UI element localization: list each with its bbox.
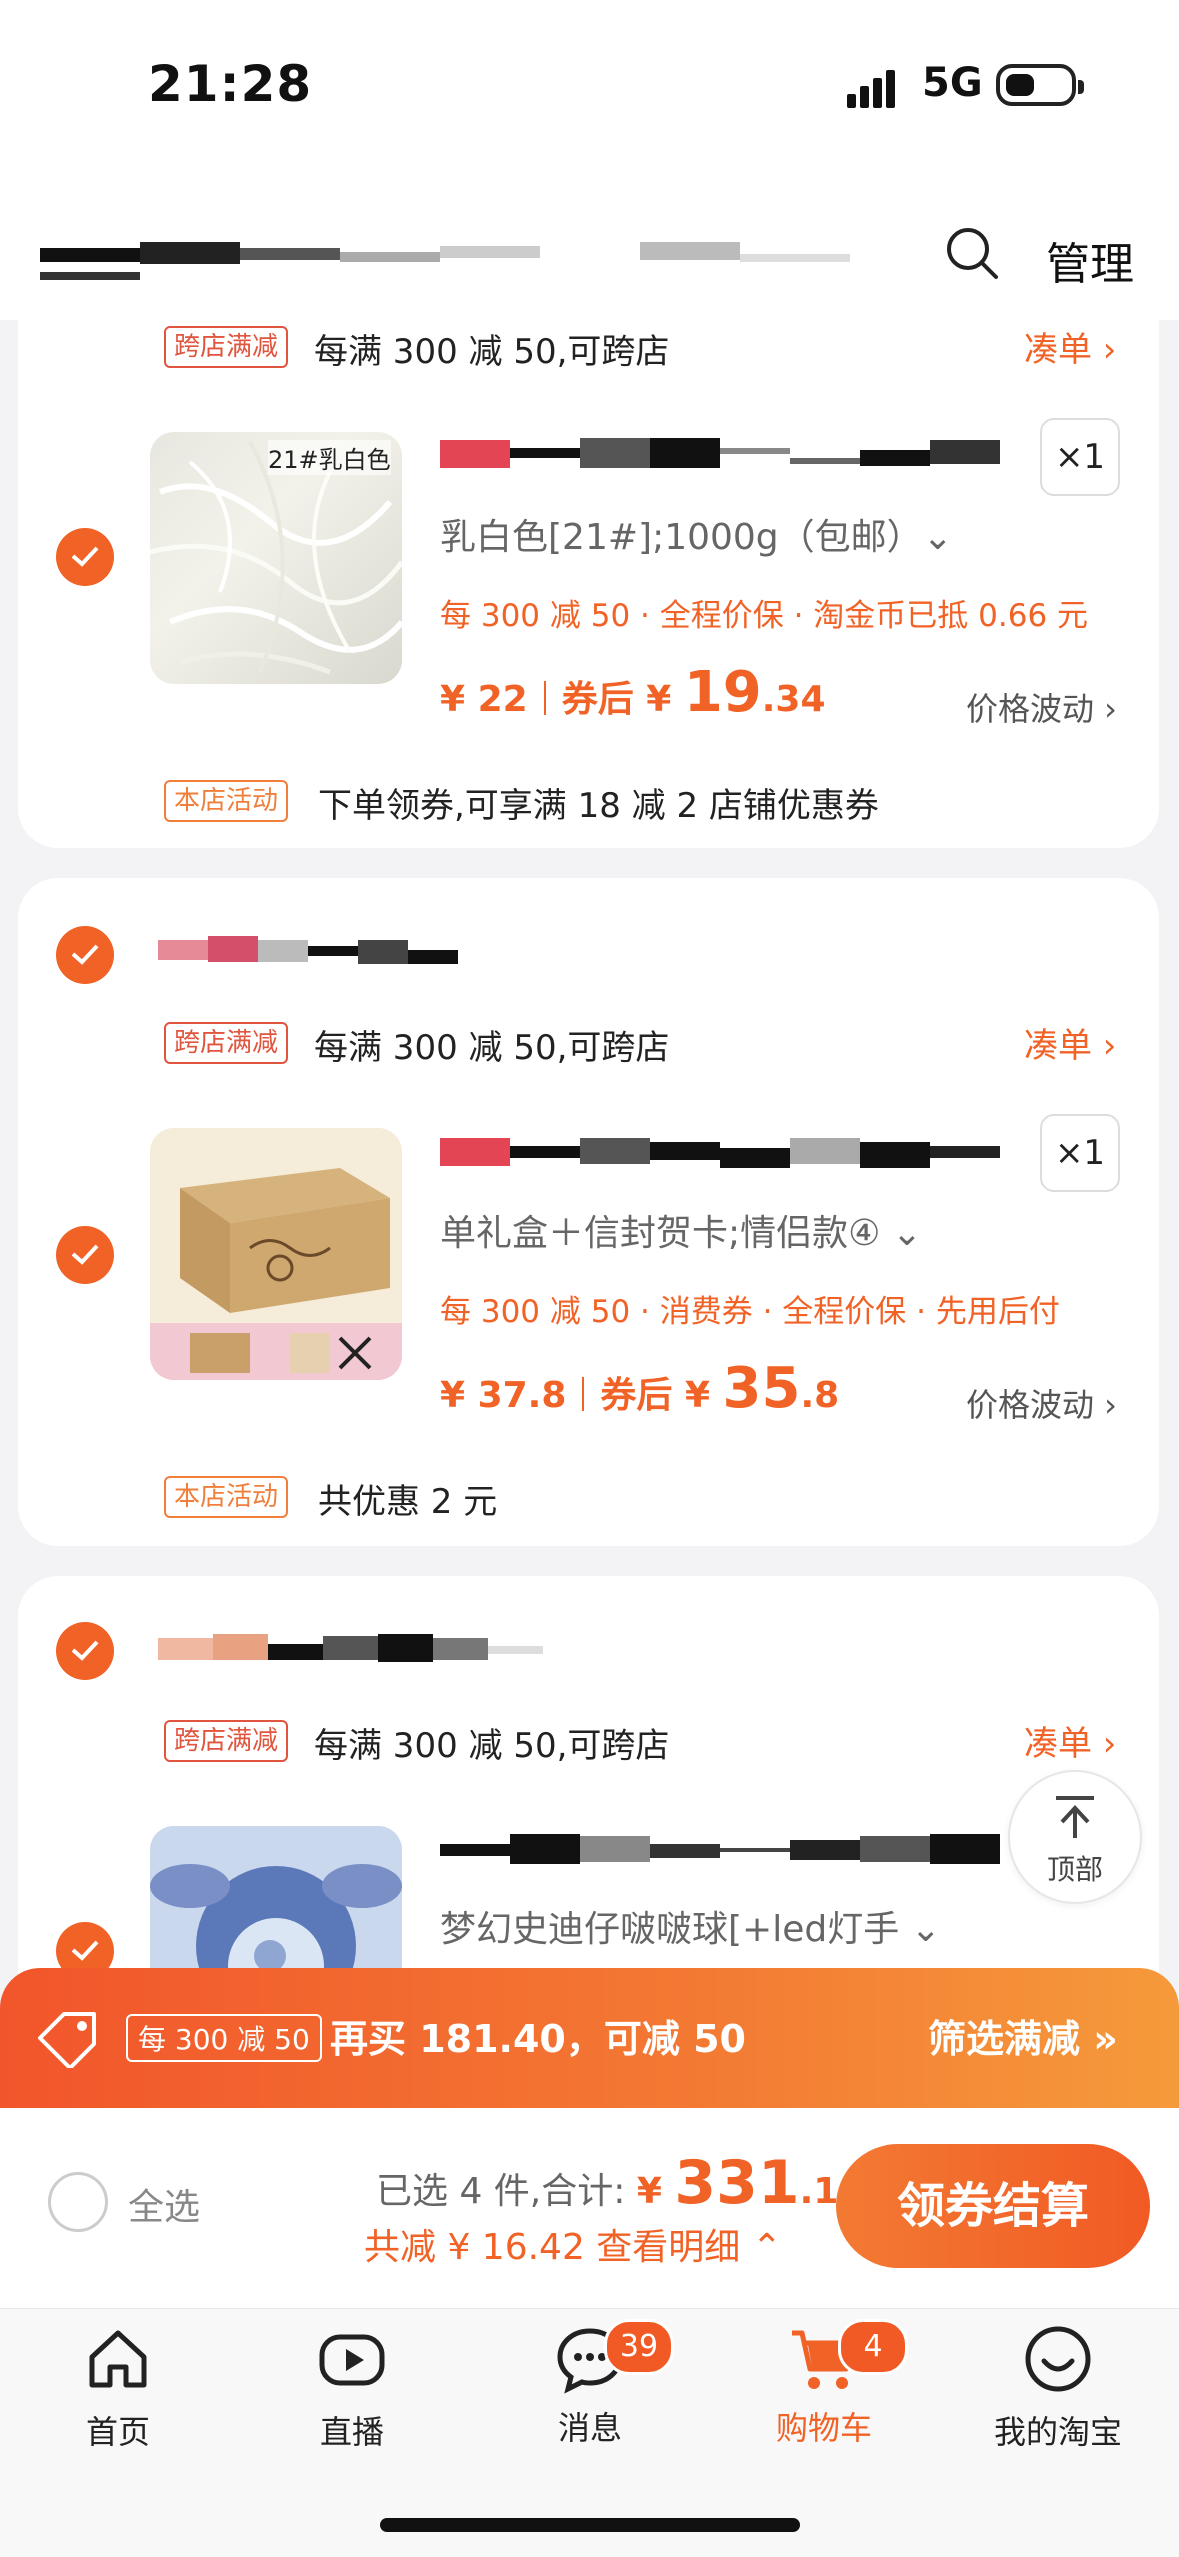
redacted-title: [40, 242, 850, 280]
tab-label: 我的淘宝: [993, 2413, 1122, 2451]
select-all-checkbox[interactable]: [48, 2172, 108, 2232]
perks-text: 每 300 减 50 · 全程价保 · 淘金币已抵 0.66 元: [440, 598, 1089, 634]
store-activity-text: 共优惠 2 元: [318, 1482, 498, 1522]
selected-count: 已选 4 件,合计:: [376, 2171, 637, 2212]
total-currency: ¥: [636, 2171, 675, 2212]
after-coupon-dec: .34: [761, 679, 826, 720]
tab-live[interactable]: 直播: [252, 2323, 452, 2453]
store-activity-tag: 本店活动: [164, 1476, 289, 1518]
product-thumbnail[interactable]: 21#乳白色: [150, 432, 402, 684]
tab-label: 购物车: [775, 2409, 872, 2447]
sku-selector[interactable]: 乳白色[21#];1000g（包邮）⌄: [440, 508, 953, 560]
promo-text: 每满 300 减 50,可跨店: [314, 1028, 670, 1068]
redacted-store-name: [158, 1634, 543, 1662]
redacted-product-name: [440, 1138, 1000, 1168]
message-badge: 39: [604, 2319, 674, 2375]
status-bar: 21:28 5G: [0, 0, 1179, 160]
back-to-top-button[interactable]: 顶部: [1008, 1770, 1142, 1904]
tab-label: 直播: [319, 2413, 384, 2451]
promo-text: 每满 300 减 50,可跨店: [314, 1726, 670, 1766]
profile-icon: [1025, 2326, 1091, 2392]
total-summary: 已选 4 件,合计: ¥ 331.18: [376, 2148, 863, 2218]
cross-store-tag: 跨店满减: [164, 326, 289, 368]
network-label: 5G: [922, 60, 983, 106]
redacted-product-name: [440, 1834, 1000, 1864]
total-int: 331: [674, 2148, 800, 2218]
price-fluctuation-link[interactable]: 价格波动 ›: [966, 684, 1117, 730]
redacted-store-name: [158, 936, 458, 964]
checkout-button[interactable]: 领券结算: [836, 2144, 1150, 2268]
tab-label: 消息: [557, 2409, 622, 2447]
gift-box-image: [150, 1128, 402, 1380]
price-fluctuation-link[interactable]: 价格波动 ›: [966, 1380, 1117, 1426]
price: ¥ 37.8: [440, 1375, 567, 1416]
promo-text: 每满 300 减 50,可跨店: [314, 332, 670, 372]
tab-messages[interactable]: 39 消息: [490, 2319, 690, 2449]
add-on-link[interactable]: 凑单 ›: [1024, 322, 1116, 371]
store-activity-tag: 本店活动: [164, 780, 289, 822]
filter-discount-link[interactable]: 筛选满减 »: [928, 2008, 1118, 2063]
tab-label: 首页: [85, 2413, 150, 2451]
promo-progress-text: 再买 181.40，可减 50: [330, 2017, 746, 2061]
price: ¥ 22: [440, 679, 528, 720]
add-on-link[interactable]: 凑单 ›: [1024, 1018, 1116, 1067]
quantity-stepper[interactable]: ×1: [1040, 418, 1120, 496]
price-row: ¥ 22 券后 ¥ 19.34: [440, 660, 826, 725]
status-time: 21:28: [148, 55, 313, 113]
add-on-link[interactable]: 凑单 ›: [1024, 1716, 1116, 1765]
sku-selector[interactable]: 单礼盒＋信封贺卡;情侣款④ ⌄: [440, 1204, 922, 1256]
saving-detail-link[interactable]: 共减 ¥ 16.42 查看明细 ⌃: [364, 2218, 782, 2270]
manage-button[interactable]: 管理: [1046, 228, 1134, 292]
cart-header: 管理: [0, 160, 1179, 320]
after-coupon-label: 券后 ¥: [600, 1375, 723, 1416]
signal-icon: [847, 70, 895, 108]
price-row: ¥ 37.8 券后 ¥ 35.8: [440, 1356, 839, 1421]
checkout-bar: 全选 已选 4 件,合计: ¥ 331.18 共减 ¥ 16.42 查看明细 ⌃…: [0, 2108, 1179, 2308]
tab-cart[interactable]: 4 购物车: [724, 2319, 924, 2449]
store-checkbox[interactable]: [56, 926, 114, 984]
cart-badge: 4: [838, 2319, 908, 2375]
sku-selector[interactable]: 梦幻史迪仔啵啵球[+led灯手 ⌄: [440, 1900, 941, 1952]
quantity-stepper[interactable]: ×1: [1040, 1114, 1120, 1192]
product-thumbnail[interactable]: [150, 1128, 402, 1380]
promo-threshold-tag: 每 300 减 50: [126, 2014, 322, 2062]
cross-store-tag: 跨店满减: [164, 1022, 289, 1064]
redacted-product-name: [440, 438, 1000, 468]
store-card: 跨店满减 每满 300 减 50,可跨店 凑单 › 21#乳白色 ×1 乳白色[…: [18, 300, 1159, 848]
home-icon: [89, 2330, 147, 2388]
thumb-caption: 21#乳白色: [268, 440, 391, 475]
item-checkbox[interactable]: [56, 1226, 114, 1284]
after-coupon-label: 券后 ¥: [561, 679, 684, 720]
search-icon[interactable]: [944, 225, 1000, 281]
store-card: 跨店满减 每满 300 减 50,可跨店 凑单 › ×1 单礼盒＋信封贺卡;情侣…: [18, 878, 1159, 1546]
arrow-up-icon: [1056, 1796, 1094, 1838]
after-coupon-dec: .8: [800, 1375, 840, 1416]
back-to-top-label: 顶部: [1046, 1853, 1103, 1886]
battery-icon: [996, 64, 1084, 106]
after-coupon-int: 35: [722, 1356, 801, 1421]
perks-text: 每 300 减 50 · 消费券 · 全程价保 · 先用后付: [440, 1294, 1060, 1330]
tab-profile[interactable]: 我的淘宝: [958, 2323, 1158, 2453]
store-activity-text: 下单领券,可享满 18 减 2 店铺优惠券: [318, 786, 879, 826]
select-all-label[interactable]: 全选: [128, 2178, 200, 2230]
home-indicator: [380, 2518, 800, 2532]
tab-home[interactable]: 首页: [18, 2323, 218, 2453]
promo-bar[interactable]: 每 300 减 50 再买 181.40，可减 50 筛选满减 »: [0, 1968, 1179, 2108]
live-icon: [319, 2334, 385, 2386]
after-coupon-int: 19: [683, 660, 762, 725]
store-checkbox[interactable]: [56, 1622, 114, 1680]
cross-store-tag: 跨店满减: [164, 1720, 289, 1762]
coupon-tag-icon: [38, 2012, 96, 2068]
item-checkbox[interactable]: [56, 528, 114, 586]
